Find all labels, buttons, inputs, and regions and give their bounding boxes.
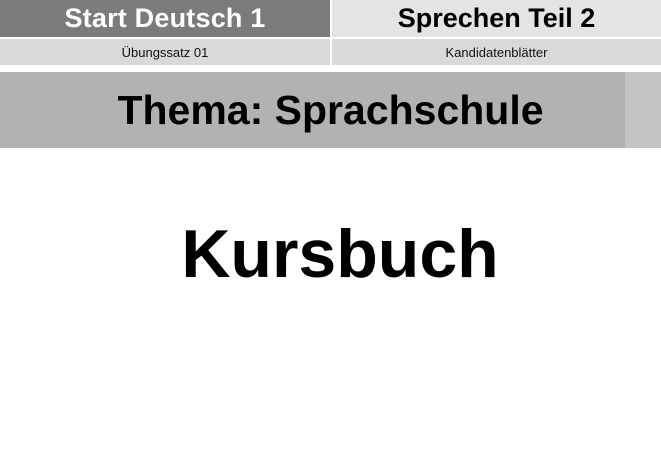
topic-bar: Thema: Sprachschule [0, 72, 661, 148]
card-keyword: Kursbuch [181, 216, 499, 292]
header-row: Start Deutsch 1 Sprechen Teil 2 [0, 0, 661, 37]
sheet-label: Kandidatenblätter [330, 39, 661, 65]
exam-title: Start Deutsch 1 [0, 0, 330, 37]
subheader-row: Übungssatz 01 Kandidatenblätter [0, 39, 661, 65]
topic-title: Thema: Sprachschule [117, 86, 544, 133]
section-title: Sprechen Teil 2 [330, 0, 661, 37]
topic-bar-edge [625, 72, 661, 148]
set-label: Übungssatz 01 [0, 39, 330, 65]
